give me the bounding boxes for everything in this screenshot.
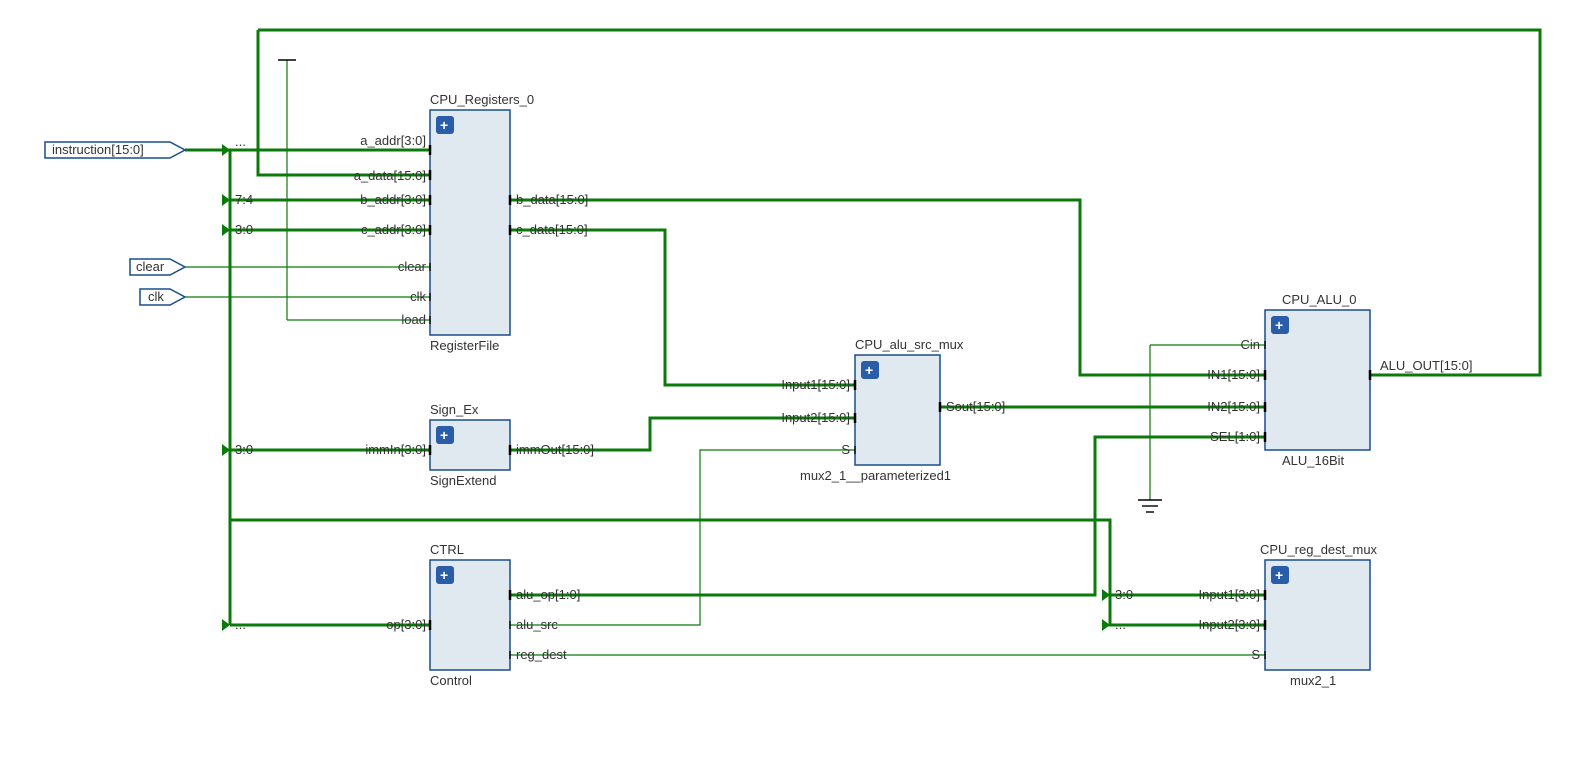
plus-icon: + <box>1275 567 1283 583</box>
port-baddr: b_addr[3:0] <box>360 192 426 207</box>
input-label-instruction: instruction[15:0] <box>52 142 144 157</box>
block-subtitle-alusrcmux: mux2_1__parameterized1 <box>800 468 951 483</box>
plus-icon: + <box>440 427 448 443</box>
block-title-signex: Sign_Ex <box>430 402 479 417</box>
port-aaddr: a_addr[3:0] <box>360 133 426 148</box>
wire-instruction-trunk <box>185 150 230 625</box>
block-subtitle-ctrl: Control <box>430 673 472 688</box>
wire-instr-to-rdmux-in2 <box>1110 520 1265 625</box>
port-rdmux-in1: Input1[3:0] <box>1199 587 1260 602</box>
output-label-aluout: ALU_OUT[15:0] <box>1380 358 1473 373</box>
port-sel: SEL[1:0] <box>1210 429 1260 444</box>
bustap-74: 7:4 <box>235 192 253 207</box>
bustap-30a: 3:0 <box>235 222 253 237</box>
block-title-regfile: CPU_Registers_0 <box>430 92 534 107</box>
port-cdata: c_data[15:0] <box>516 222 588 237</box>
port-bdata: b_data[15:0] <box>516 192 588 207</box>
bustap-dots3: ... <box>1115 617 1126 632</box>
wire-adata-in <box>258 30 430 175</box>
block-subtitle-regfile: RegisterFile <box>430 338 499 353</box>
block-subtitle-signex: SignExtend <box>430 473 497 488</box>
input-label-clk: clk <box>148 289 164 304</box>
port-in2: IN2[15:0] <box>1207 399 1260 414</box>
plus-icon: + <box>865 362 873 378</box>
bustap-30c: 3:0 <box>1115 587 1133 602</box>
port-clear: clear <box>398 259 427 274</box>
port-mux-in1: Input1[15:0] <box>781 377 850 392</box>
plus-icon: + <box>440 567 448 583</box>
wire-cdata-to-mux-in1 <box>510 230 855 385</box>
bustap-30b: 3:0 <box>235 442 253 457</box>
port-rdmux-S: S <box>1251 647 1260 662</box>
port-mux-S: S <box>841 442 850 457</box>
block-diagram: instruction[15:0] clear clk ALU_OUT[15:0… <box>0 0 1590 770</box>
block-registerfile[interactable] <box>430 110 510 335</box>
port-mux-in2: Input2[15:0] <box>781 410 850 425</box>
input-label-clear: clear <box>136 259 165 274</box>
block-title-regdestmux: CPU_reg_dest_mux <box>1260 542 1378 557</box>
port-load: load <box>401 312 426 327</box>
block-title-alu: CPU_ALU_0 <box>1282 292 1356 307</box>
port-adata: a_data[15:0] <box>354 168 426 183</box>
port-cin: Cin <box>1240 337 1260 352</box>
port-alusrc: alu_src <box>516 617 558 632</box>
port-aluop: alu_op[1:0] <box>516 587 580 602</box>
bustap-dots2: ... <box>235 617 246 632</box>
port-op: op[3:0] <box>386 617 426 632</box>
port-immIn: immIn[3:0] <box>365 442 426 457</box>
block-subtitle-alu: ALU_16Bit <box>1282 453 1345 468</box>
port-rdmux-in2: Input2[3:0] <box>1199 617 1260 632</box>
port-regdest: reg_dest <box>516 647 567 662</box>
block-title-ctrl: CTRL <box>430 542 464 557</box>
plus-icon: + <box>440 117 448 133</box>
port-in1: IN1[15:0] <box>1207 367 1260 382</box>
port-caddr: c_addr[3:0] <box>361 222 426 237</box>
block-title-alusrcmux: CPU_alu_src_mux <box>855 337 964 352</box>
plus-icon: + <box>1275 317 1283 333</box>
bustap-dots1: ... <box>235 134 246 149</box>
block-subtitle-regdestmux: mux2_1 <box>1290 673 1336 688</box>
port-immOut: immOut[15:0] <box>516 442 594 457</box>
port-clk: clk <box>410 289 426 304</box>
port-mux-sout: Sout[15:0] <box>946 399 1005 414</box>
